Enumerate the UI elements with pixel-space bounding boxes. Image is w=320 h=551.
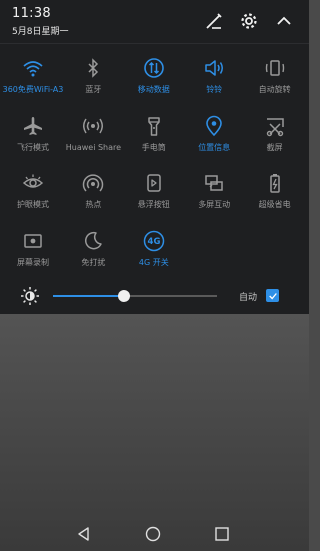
tile-label: 360免费WiFi-A3 — [2, 85, 64, 94]
tile-label: 多屏互动 — [198, 200, 231, 209]
tile-label: 自动旋转 — [258, 85, 291, 94]
multiscreen-icon — [202, 171, 226, 195]
auto-brightness-checkbox[interactable] — [266, 289, 279, 302]
tile-battery-saver[interactable]: 超级省电 — [245, 171, 305, 231]
tile-label: 蓝牙 — [85, 85, 102, 94]
wifi-icon — [21, 56, 45, 80]
tile-wifi[interactable]: 360免费WiFi-A3 — [3, 56, 63, 116]
auto-brightness-label: 自动 — [239, 293, 258, 303]
moon-icon — [81, 229, 105, 253]
mobile-data-icon — [142, 56, 166, 80]
flashlight-icon — [142, 114, 166, 138]
home-icon[interactable] — [142, 523, 164, 545]
screen-record-icon — [21, 229, 45, 253]
brightness-slider-fill — [53, 295, 124, 297]
tile-label: 悬浮按钮 — [137, 200, 170, 209]
tile-label: 超级省电 — [258, 200, 291, 209]
4g-icon: 4G — [142, 229, 166, 253]
tile-floating-button[interactable]: 悬浮按钮 — [124, 171, 184, 231]
recents-icon[interactable] — [211, 523, 233, 545]
wallpaper-background — [0, 314, 309, 551]
tile-label: 屏幕录制 — [17, 257, 49, 267]
airplane-icon — [21, 114, 45, 138]
battery-saver-icon — [263, 171, 287, 195]
screenshot-icon — [263, 114, 287, 138]
tile-sound[interactable]: 铃铃 — [184, 56, 244, 116]
edit-icon[interactable] — [203, 10, 225, 32]
tile-flashlight[interactable]: 手电筒 — [124, 114, 184, 174]
tile-label: 铃铃 — [206, 85, 223, 94]
location-icon — [202, 114, 226, 138]
tile-label: 免打扰 — [81, 257, 106, 267]
navigation-bar — [0, 517, 309, 551]
tile-mobile-data[interactable]: 移动数据 — [124, 56, 184, 116]
rotate-icon — [263, 56, 287, 80]
tile-label: 位置信息 — [198, 142, 231, 152]
tile-moon[interactable]: 免打扰 — [63, 229, 123, 289]
header-divider — [0, 43, 309, 44]
floating-button-icon — [142, 171, 166, 195]
brightness-bar: 自动 — [0, 284, 309, 308]
tile-label: 护眼模式 — [17, 200, 49, 209]
status-time: 11:38 — [12, 6, 51, 21]
tile-hotspot[interactable]: 热点 — [63, 171, 123, 231]
tile-screenshot[interactable]: 截屏 — [245, 114, 305, 174]
back-icon[interactable] — [73, 523, 95, 545]
hotspot-icon — [81, 171, 105, 195]
svg-text:4G: 4G — [147, 237, 160, 247]
tile-4g[interactable]: 4G 4G 开关 — [124, 229, 184, 289]
tile-bluetooth[interactable]: 蓝牙 — [63, 56, 123, 116]
tile-label: 移动数据 — [137, 85, 170, 94]
tile-label: 飞行模式 — [17, 142, 49, 152]
share-icon — [81, 114, 105, 138]
brightness-slider[interactable] — [53, 290, 217, 302]
tile-screen-record[interactable]: 屏幕录制 — [3, 229, 63, 289]
tile-label: 手电筒 — [141, 142, 166, 152]
tile-label: 热点 — [85, 200, 102, 209]
brightness-slider-thumb[interactable] — [117, 290, 130, 302]
tile-eye[interactable]: 护眼模式 — [3, 171, 63, 231]
tile-label: 截屏 — [266, 142, 283, 152]
tile-share[interactable]: Huawei Share — [63, 114, 123, 174]
gear-icon[interactable] — [238, 10, 260, 32]
eye-icon — [21, 171, 45, 195]
tile-rotate[interactable]: 自动旋转 — [245, 56, 305, 116]
tile-location[interactable]: 位置信息 — [184, 114, 244, 174]
tile-airplane[interactable]: 飞行模式 — [3, 114, 63, 174]
bluetooth-icon — [81, 56, 105, 80]
sound-icon — [202, 56, 226, 80]
brightness-icon — [20, 286, 40, 306]
tile-label: Huawei Share — [65, 142, 122, 152]
chevron-up-icon[interactable] — [273, 10, 295, 32]
tile-multiscreen[interactable]: 多屏互动 — [184, 171, 244, 231]
status-date: 5月8日星期一 — [12, 27, 69, 37]
tile-label: 4G 开关 — [138, 257, 169, 267]
